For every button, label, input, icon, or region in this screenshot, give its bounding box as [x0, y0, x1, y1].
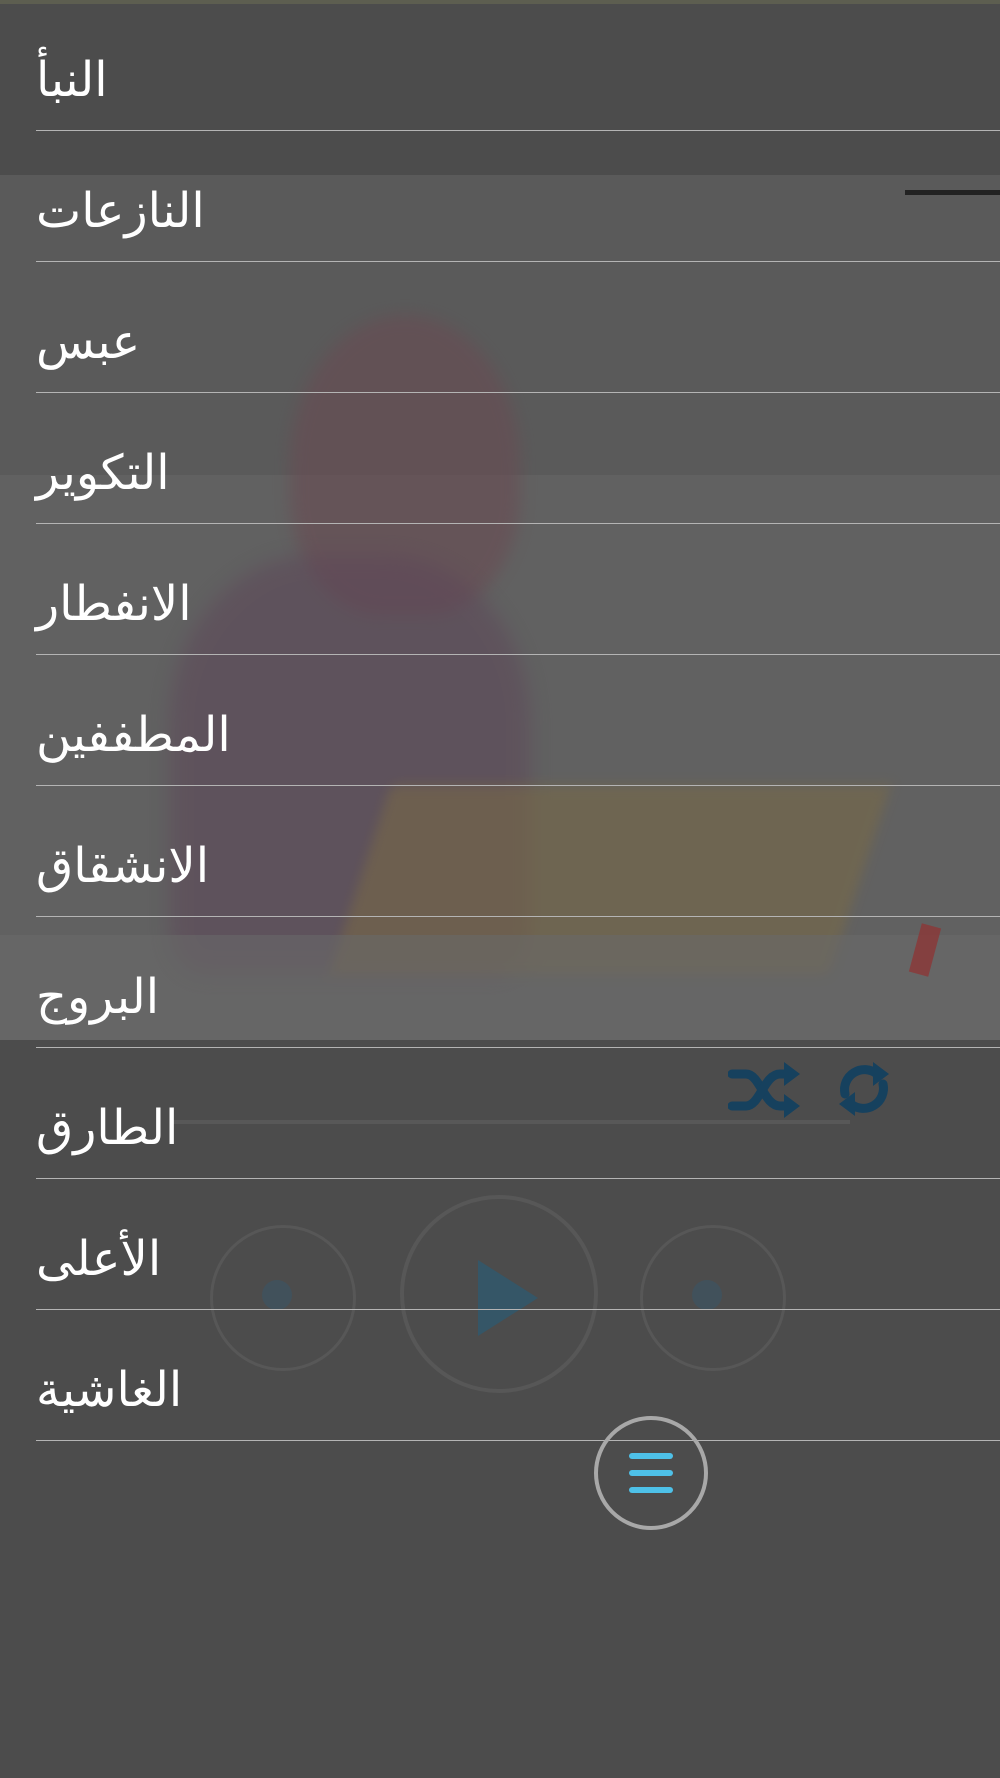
- list-item-label: عبس: [36, 314, 141, 370]
- list-item[interactable]: النازعات: [36, 131, 1000, 262]
- list-item[interactable]: البروج: [36, 917, 1000, 1048]
- list-item-label: الانشقاق: [36, 838, 210, 894]
- list-item[interactable]: التكوير: [36, 393, 1000, 524]
- header-edge: [905, 190, 1000, 195]
- list-item[interactable]: الأعلى: [36, 1179, 1000, 1310]
- list-item-label: الغاشية: [36, 1362, 183, 1418]
- list-item-label: الطارق: [36, 1100, 179, 1156]
- hamburger-menu-icon: [629, 1453, 673, 1459]
- status-strip: [0, 0, 1000, 4]
- list-item[interactable]: الانشقاق: [36, 786, 1000, 917]
- surah-list: النبأ النازعات عبس التكوير الانفطار المط…: [0, 0, 1000, 1441]
- menu-toggle-button[interactable]: [594, 1416, 708, 1530]
- list-item-label: التكوير: [36, 445, 170, 501]
- list-item[interactable]: النبأ: [36, 0, 1000, 131]
- list-item-label: النازعات: [36, 183, 205, 239]
- list-item-label: المطففين: [36, 707, 231, 763]
- list-item[interactable]: عبس: [36, 262, 1000, 393]
- list-item-label: البروج: [36, 969, 160, 1025]
- repeat-icon[interactable]: [833, 1058, 895, 1120]
- list-item[interactable]: المطففين: [36, 655, 1000, 786]
- list-item[interactable]: الغاشية: [36, 1310, 1000, 1441]
- list-item[interactable]: الانفطار: [36, 524, 1000, 655]
- list-item-label: النبأ: [36, 52, 108, 108]
- list-item-label: الأعلى: [36, 1231, 162, 1287]
- shuffle-icon[interactable]: [728, 1060, 802, 1120]
- list-item-label: الانفطار: [36, 576, 192, 632]
